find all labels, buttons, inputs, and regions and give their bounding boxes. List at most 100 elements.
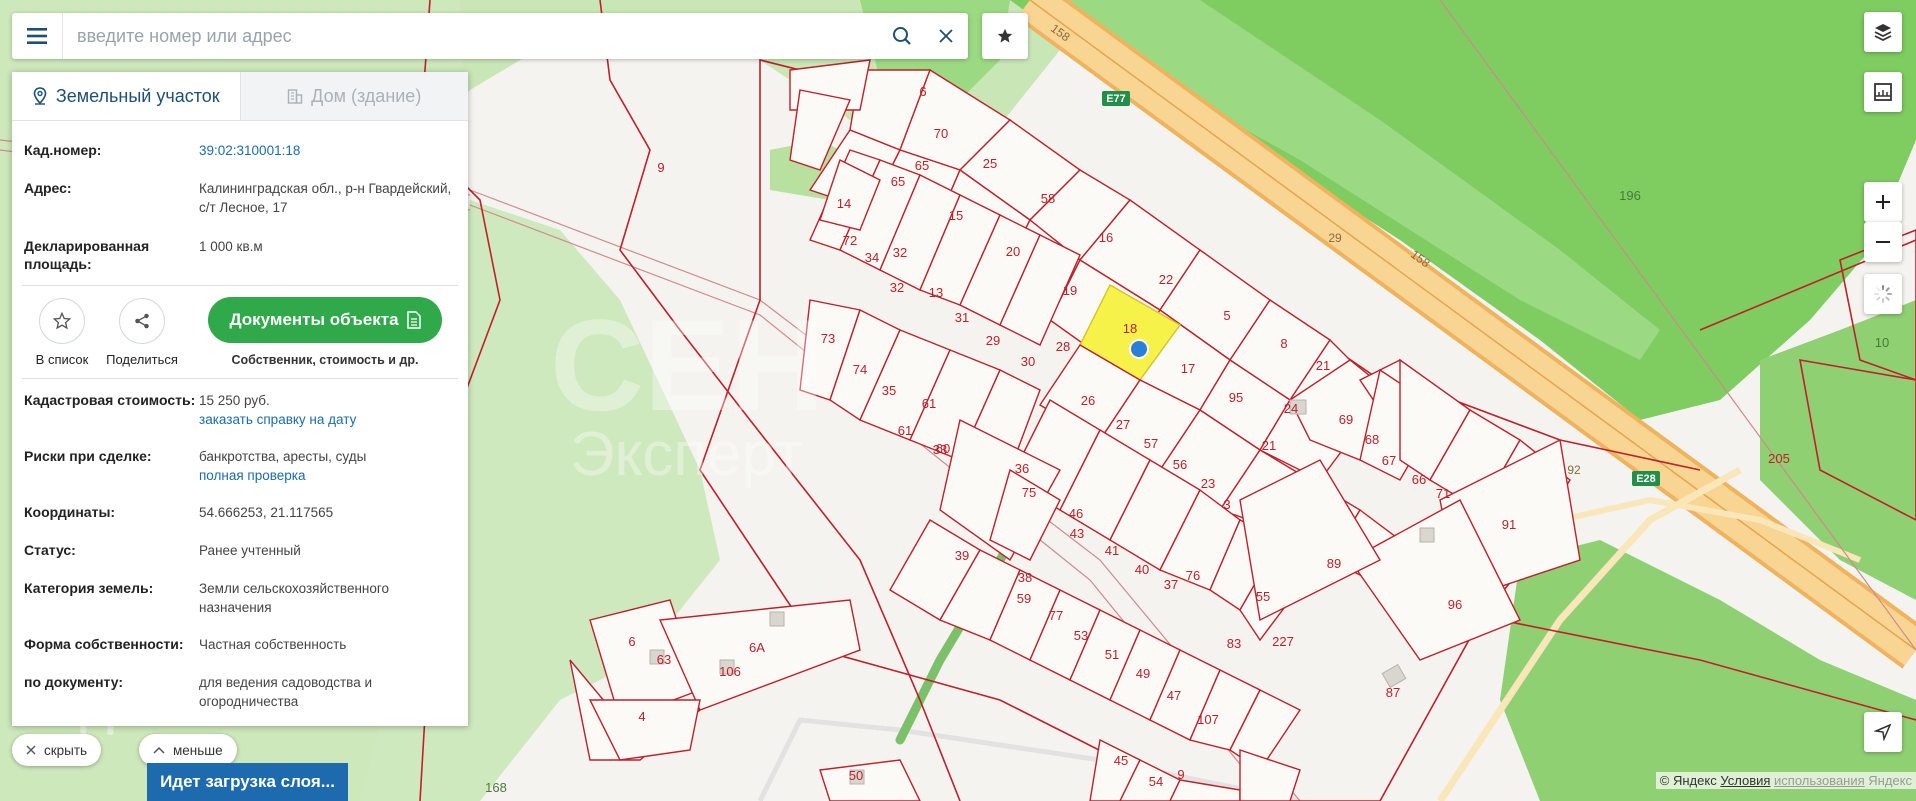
tab-land-plot[interactable]: Земельный участок — [12, 72, 240, 120]
parcel-number-label: 31 — [955, 310, 969, 325]
parcel-number-label: 77 — [1049, 608, 1063, 623]
parcel-number-label: 30 — [1021, 354, 1035, 369]
parcel-number-label: 57 — [1144, 436, 1158, 451]
documents-button-label: Документы объекта — [229, 310, 399, 329]
location-marker — [1129, 339, 1149, 359]
parcel-number-label: 46 — [1069, 506, 1083, 521]
parcel-number-label: 14 — [837, 196, 851, 211]
hamburger-icon — [27, 28, 47, 44]
star-outline-icon — [53, 311, 71, 329]
detail-value: Калининградская обл., р-н Гвардейский, с… — [199, 181, 452, 215]
collapse-panel-button[interactable]: меньше — [139, 734, 237, 766]
parcel-number-label: 4 — [638, 709, 645, 724]
map-pin-icon — [33, 87, 47, 105]
parcel-number-label: 65 — [891, 174, 905, 189]
close-icon — [26, 745, 36, 755]
detail-row-cadastral-value: Кадастровая стоимость: 15 250 руб. заказа… — [12, 391, 468, 447]
road-label: 92 — [1567, 463, 1581, 477]
watermark-text: СЕН — [550, 292, 824, 438]
parcel-number-label: 19 — [1063, 283, 1077, 298]
detail-value: Земли сельскохозяйственного назначения — [199, 581, 390, 615]
chevron-up-icon — [153, 746, 165, 754]
add-to-list-circle — [39, 297, 85, 344]
parcel-number-label: 22 — [1159, 272, 1173, 287]
documents-block: Документы объекта Собственник, стоимость… — [208, 297, 442, 367]
detail-row-area: Декларированная площадь: 1 000 кв.м — [12, 237, 468, 285]
less-label: меньше — [173, 742, 223, 758]
parcel-number-label: 10 — [1875, 335, 1889, 350]
menu-button[interactable] — [12, 13, 63, 59]
parcel-number-label: 21 — [1316, 358, 1330, 373]
watermark-text: Эксперт — [570, 420, 803, 489]
parcel-number-label: 6 — [628, 634, 635, 649]
detail-key: Адрес: — [24, 180, 72, 196]
parcel-number-label: 87 — [1386, 685, 1400, 700]
full-check-link[interactable]: полная проверка — [199, 466, 456, 485]
zoom-in-button[interactable] — [1864, 182, 1902, 222]
parcel-number-label: 55 — [1256, 589, 1270, 604]
parcel-number-label: 21 — [1262, 438, 1276, 453]
detail-key: Форма собственности: — [24, 636, 184, 652]
parcel-number-label: 63 — [657, 652, 671, 667]
add-to-list-label: В список — [35, 351, 89, 367]
share-button[interactable]: Поделиться — [102, 297, 182, 367]
search-input[interactable] — [63, 16, 880, 56]
parcel-number-label: 28 — [1056, 339, 1070, 354]
parcel-number-label: 25 — [983, 156, 997, 171]
terms-link[interactable]: Условия — [1720, 773, 1770, 788]
detail-key: Кад.номер: — [24, 142, 102, 158]
detail-row-land-category: Категория земель: Земли сельскохозяйстве… — [12, 579, 468, 635]
tab-building[interactable]: Дом (здание) — [239, 72, 468, 120]
ruler-button[interactable] — [1864, 72, 1902, 112]
tab-land-plot-label: Земельный участок — [55, 85, 220, 106]
parcel-number-label: 53 — [1074, 628, 1088, 643]
detail-value: для ведения садоводства и огородничества — [199, 675, 372, 709]
detail-value: 15 250 руб. — [199, 393, 270, 408]
share-circle — [119, 297, 165, 344]
search-bar — [12, 13, 968, 59]
order-statement-link[interactable]: заказать справку на дату — [199, 410, 456, 429]
parcel-number-label: 91 — [1502, 517, 1516, 532]
layer-loading-banner: Идет загрузка слоя... — [147, 763, 348, 801]
favorites-button[interactable] — [982, 13, 1028, 59]
road-label: 29 — [1328, 231, 1342, 245]
add-to-list-button[interactable]: В список — [22, 297, 102, 367]
road-label: E77 — [1106, 93, 1126, 105]
spinner-icon — [1874, 285, 1892, 303]
document-icon — [406, 311, 421, 329]
detail-value: 1 000 кв.м — [199, 239, 263, 254]
search-button[interactable] — [880, 13, 924, 59]
parcel-number-label: 65 — [915, 158, 929, 173]
parcel-number-label: 20 — [1006, 244, 1020, 259]
panel-tabs: Земельный участок Дом (здание) — [12, 72, 468, 121]
parcel-number-label: 66 — [1412, 472, 1426, 487]
parcel-number-label: 61 — [898, 423, 912, 438]
detail-value: 54.666253, 21.117565 — [199, 505, 334, 520]
building-icon — [287, 89, 303, 104]
parcel-number-label: 96 — [1448, 597, 1462, 612]
clear-button[interactable] — [924, 13, 968, 59]
terms-use-link[interactable]: использования — [1774, 773, 1865, 788]
hide-panel-button[interactable]: скрыть — [12, 734, 102, 766]
parcel-number-label: 73 — [821, 331, 835, 346]
detail-key: Кадастровая стоимость: — [24, 392, 196, 408]
detail-row-ownership: Форма собственности: Частная собственнос… — [12, 635, 468, 673]
parcel-number-label: 34 — [865, 250, 879, 265]
parcel-number-label: 9 — [657, 160, 664, 175]
cadastral-number-link[interactable]: 39:02:310001:18 — [199, 141, 456, 160]
detail-key: Риски при сделке: — [24, 448, 152, 464]
zoom-out-button[interactable] — [1864, 222, 1902, 262]
layers-button[interactable] — [1864, 12, 1902, 52]
parcel-number-label: 69 — [1339, 412, 1353, 427]
detail-row-cadastral-number: Кад.номер: 39:02:310001:18 — [12, 141, 468, 179]
parcel-number-label: 45 — [1114, 753, 1128, 768]
star-icon — [997, 28, 1013, 43]
parcel-number-label: 27 — [1116, 417, 1130, 432]
parcel-number-label: 61 — [922, 396, 936, 411]
parcel-number-label: 59 — [1017, 591, 1031, 606]
geolocation-button[interactable] — [1864, 712, 1902, 752]
parcel-number-label: 8 — [1280, 336, 1287, 351]
share-label: Поделиться — [106, 351, 178, 367]
parcel-number-label: 89 — [1327, 556, 1341, 571]
documents-button[interactable]: Документы объекта — [208, 297, 442, 343]
